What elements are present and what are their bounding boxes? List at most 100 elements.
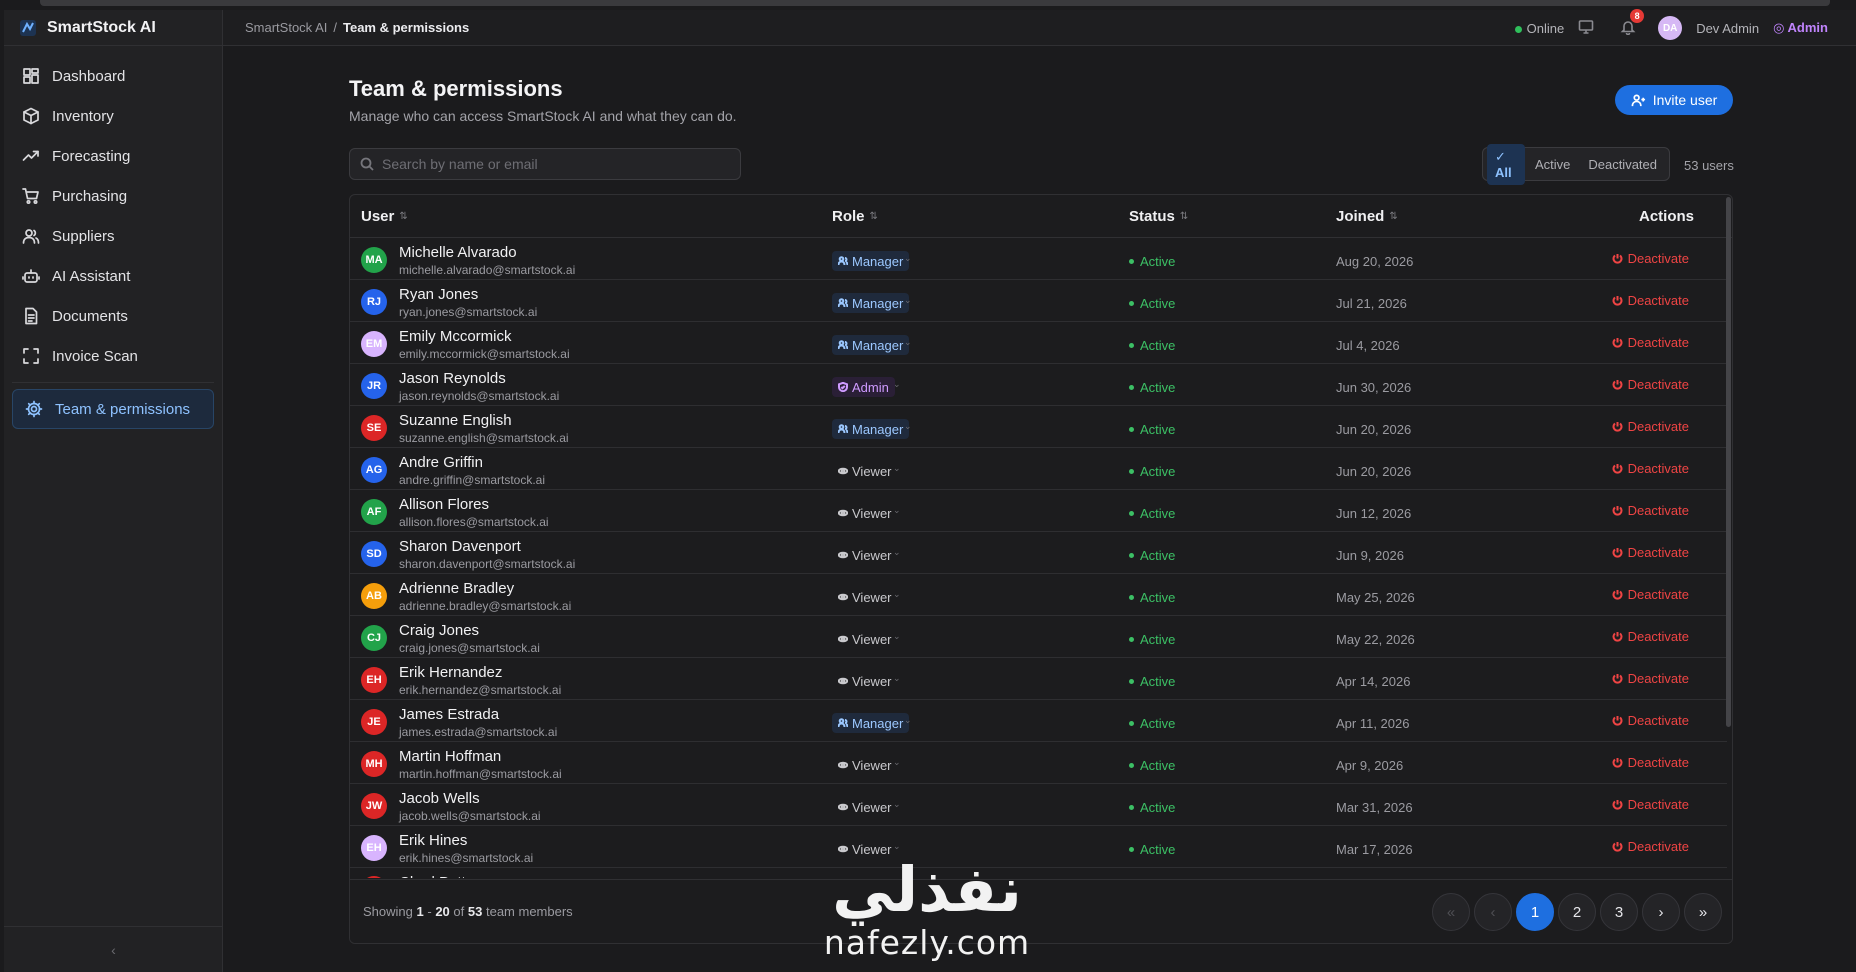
deactivate-button[interactable]: Deactivate — [1612, 251, 1689, 266]
chevron-down-icon[interactable]: ⌄ — [893, 379, 901, 390]
prev-page-button[interactable]: ‹ — [1474, 893, 1512, 931]
sidebar-item-forecasting[interactable]: Forecasting — [4, 136, 222, 176]
page-button-1[interactable]: 1 — [1516, 893, 1554, 931]
deactivate-button[interactable]: Deactivate — [1612, 839, 1689, 854]
role-select[interactable]: Viewer — [832, 629, 898, 649]
avatar[interactable]: DA — [1658, 16, 1683, 40]
deactivate-label: Deactivate — [1627, 839, 1689, 854]
chevron-down-icon[interactable]: ⌄ — [904, 337, 912, 348]
joined-date: Mar 31, 2026 — [1336, 800, 1413, 815]
role-label: Manager — [852, 295, 904, 311]
deactivate-button[interactable]: Deactivate — [1612, 461, 1689, 476]
chevron-down-icon[interactable]: ⌄ — [893, 589, 901, 600]
notifications-button[interactable]: 8 — [1620, 8, 1645, 38]
page-button-2[interactable]: 2 — [1558, 893, 1596, 931]
monitor-button[interactable] — [1578, 19, 1594, 38]
watermark-arabic: نفذلي — [832, 853, 1022, 926]
first-page-button[interactable]: « — [1432, 893, 1470, 931]
chevron-down-icon[interactable]: ⌄ — [893, 799, 901, 810]
next-page-button[interactable]: › — [1642, 893, 1680, 931]
chevron-down-icon[interactable]: ⌄ — [904, 715, 912, 726]
role-select[interactable]: Viewer — [832, 461, 898, 481]
joined-date: May 22, 2026 — [1336, 632, 1415, 647]
role-label: Viewer — [852, 589, 892, 605]
column-header-role[interactable]: Role ⇅ — [832, 208, 878, 225]
sidebar-item-invoice-scan[interactable]: Invoice Scan — [4, 336, 222, 376]
avatar: MA — [361, 247, 387, 273]
table-row: SE Suzanne English suzanne.english@smartst… — [350, 406, 1727, 448]
role-select[interactable]: Manager — [832, 713, 910, 733]
search-input[interactable] — [382, 156, 722, 172]
role-select[interactable]: Manager — [832, 335, 910, 355]
status-label: Active — [1140, 758, 1176, 773]
deactivate-button[interactable]: Deactivate — [1612, 419, 1689, 434]
chevron-down-icon[interactable]: ⌄ — [893, 547, 901, 558]
status-badge: Active — [1129, 338, 1175, 353]
column-header-user[interactable]: User ⇅ — [361, 208, 408, 225]
deactivate-button[interactable]: Deactivate — [1612, 335, 1689, 350]
sidebar-item-inventory[interactable]: Inventory — [4, 96, 222, 136]
sidebar-item-ai-assistant[interactable]: AI Assistant — [4, 256, 222, 296]
chevron-down-icon[interactable]: ⌄ — [893, 631, 901, 642]
status-badge: Active — [1129, 716, 1175, 731]
role-select[interactable]: Manager — [832, 251, 910, 271]
invite-user-button[interactable]: Invite user — [1615, 85, 1733, 115]
deactivate-button[interactable]: Deactivate — [1612, 797, 1689, 812]
brand[interactable]: SmartStock AI — [4, 10, 222, 46]
deactivate-button[interactable]: Deactivate — [1612, 545, 1689, 560]
chevron-down-icon[interactable]: ⌄ — [893, 673, 901, 684]
role-select[interactable]: Viewer — [832, 671, 898, 691]
role-select[interactable]: Viewer — [832, 797, 898, 817]
role-select[interactable]: Viewer — [832, 503, 898, 523]
role-select[interactable]: Viewer — [832, 755, 898, 775]
chevron-down-icon[interactable]: ⌄ — [893, 841, 901, 852]
sidebar-item-purchasing[interactable]: Purchasing — [4, 176, 222, 216]
column-header-joined[interactable]: Joined ⇅ — [1336, 208, 1398, 225]
deactivate-button[interactable]: Deactivate — [1612, 671, 1689, 686]
deactivate-button[interactable]: Deactivate — [1612, 503, 1689, 518]
filter-deactivated[interactable]: Deactivated — [1580, 152, 1665, 177]
last-page-button[interactable]: » — [1684, 893, 1722, 931]
status-filter: ✓ All Active Deactivated — [1482, 143, 1670, 185]
breadcrumb-root[interactable]: SmartStock AI — [245, 20, 327, 35]
chevron-down-icon[interactable]: ⌄ — [893, 505, 901, 516]
role-select[interactable]: Manager — [832, 293, 910, 313]
column-header-status[interactable]: Status ⇅ — [1129, 208, 1188, 225]
role-select[interactable]: Viewer — [832, 587, 898, 607]
chevron-down-icon[interactable]: ⌄ — [893, 463, 901, 474]
deactivate-button[interactable]: Deactivate — [1612, 293, 1689, 308]
avatar: SE — [361, 415, 387, 441]
sidebar-item-dashboard[interactable]: Dashboard — [4, 56, 222, 96]
status-badge: Active — [1129, 422, 1175, 437]
deactivate-button[interactable]: Deactivate — [1612, 755, 1689, 770]
search-box — [349, 148, 741, 180]
joined-date: Jun 12, 2026 — [1336, 506, 1412, 521]
deactivate-button[interactable]: Deactivate — [1612, 629, 1689, 644]
status-badge: Active — [1129, 758, 1175, 773]
deactivate-button[interactable]: Deactivate — [1612, 713, 1689, 728]
filter-all[interactable]: ✓ All — [1487, 143, 1525, 185]
chevron-down-icon[interactable]: ⌄ — [893, 757, 901, 768]
chevron-down-icon[interactable]: ⌄ — [904, 253, 912, 264]
chevron-down-icon[interactable]: ⌄ — [904, 295, 912, 306]
sidebar-item-suppliers[interactable]: Suppliers — [4, 216, 222, 256]
deactivate-button[interactable]: Deactivate — [1612, 377, 1689, 392]
status-dot — [1129, 763, 1134, 768]
sidebar-collapse-button[interactable]: ‹ — [4, 926, 223, 972]
sidebar-item-team-permissions[interactable]: Team & permissions — [12, 389, 214, 429]
filter-active[interactable]: Active — [1527, 152, 1578, 177]
role-select[interactable]: Viewer — [832, 545, 898, 565]
table-scrollbar[interactable] — [1726, 197, 1731, 727]
chevron-down-icon[interactable]: ⌄ — [904, 421, 912, 432]
user-name[interactable]: Dev Admin — [1696, 21, 1759, 36]
user-name: Jason Reynolds — [399, 370, 506, 387]
page-button-3[interactable]: 3 — [1600, 893, 1638, 931]
role-select[interactable]: Admin — [832, 377, 895, 397]
avatar: AF — [361, 499, 387, 525]
status-badge: Active — [1129, 548, 1175, 563]
manager-role-icon — [838, 340, 848, 350]
sidebar-item-documents[interactable]: Documents — [4, 296, 222, 336]
role-select[interactable]: Manager — [832, 419, 910, 439]
deactivate-button[interactable]: Deactivate — [1612, 587, 1689, 602]
status-dot — [1129, 385, 1134, 390]
